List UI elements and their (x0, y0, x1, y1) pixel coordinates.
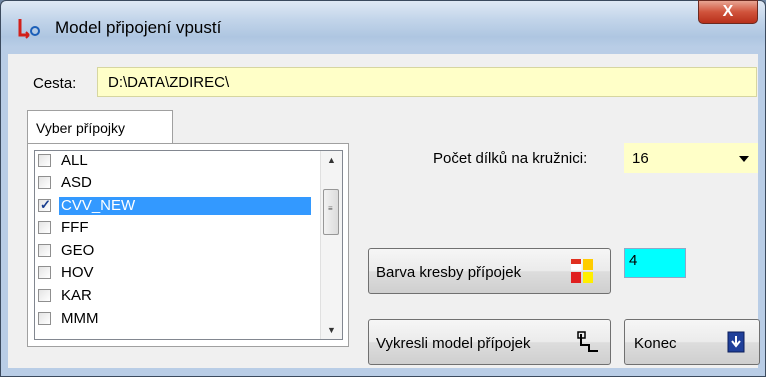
list-item[interactable]: FFF (35, 218, 315, 238)
item-label: MMM (61, 310, 99, 327)
close-button[interactable]: X (698, 0, 758, 24)
scroll-thumb[interactable]: ≡ (323, 189, 339, 235)
color-value-field[interactable]: 4 (624, 248, 686, 278)
app-icon (18, 19, 40, 39)
connection-listbox[interactable]: ALL ASD ✓ CVV_NEW FFF GEO HOV KAR MMM ▲ … (34, 150, 343, 340)
grip-icon: ≡ (328, 204, 333, 213)
scroll-up-icon[interactable]: ▲ (321, 151, 342, 169)
title-bar[interactable]: Model připojení vpustí X (1, 0, 765, 47)
item-label: KAR (61, 287, 92, 304)
item-checkbox[interactable] (38, 154, 51, 167)
list-item-selected[interactable]: ✓ CVV_NEW (35, 196, 315, 216)
segments-value: 16 (632, 150, 649, 167)
item-checkbox[interactable] (38, 176, 51, 189)
list-item[interactable]: KAR (35, 286, 315, 306)
line-color-button-label: Barva kresby přípojek (376, 264, 522, 281)
list-item[interactable]: GEO (35, 241, 315, 261)
path-field[interactable]: D:\DATA\ZDIREC\ (97, 67, 757, 97)
item-checkbox[interactable] (38, 266, 51, 279)
exit-button[interactable]: Konec (624, 319, 760, 365)
pipe-drawing-icon (577, 331, 598, 352)
item-checkbox-checked[interactable]: ✓ (38, 197, 51, 212)
item-label: ASD (61, 174, 92, 191)
window-title: Model připojení vpustí (55, 18, 222, 37)
list-item[interactable]: ALL (35, 151, 315, 171)
dropdown-arrow-icon[interactable] (739, 156, 749, 162)
check-icon: ✓ (40, 197, 51, 212)
item-label: HOV (61, 264, 94, 281)
exit-button-label: Konec (634, 335, 677, 352)
color-palette-icon (571, 259, 593, 283)
item-checkbox[interactable] (38, 312, 51, 325)
segments-label: Počet dílků na kružnici: (433, 150, 588, 167)
line-color-button[interactable]: Barva kresby přípojek (368, 248, 611, 294)
list-item[interactable]: MMM (35, 309, 315, 329)
item-checkbox[interactable] (38, 221, 51, 234)
list-item[interactable]: HOV (35, 263, 315, 283)
item-label: CVV_NEW (59, 197, 311, 215)
tab-select-connections[interactable]: Vyber přípojky (27, 110, 173, 144)
item-checkbox[interactable] (38, 289, 51, 302)
draw-model-button[interactable]: Vykresli model přípojek (368, 319, 611, 365)
path-label: Cesta: (33, 75, 77, 92)
draw-model-button-label: Vykresli model přípojek (376, 335, 531, 352)
item-label: GEO (61, 242, 95, 259)
item-label: FFF (61, 219, 89, 236)
list-scrollbar[interactable]: ▲ ≡ ▼ (320, 151, 342, 339)
list-item[interactable]: ASD (35, 173, 315, 193)
scroll-down-icon[interactable]: ▼ (321, 321, 342, 339)
item-label: ALL (61, 152, 88, 169)
item-checkbox[interactable] (38, 244, 51, 257)
exit-door-icon (727, 331, 745, 353)
